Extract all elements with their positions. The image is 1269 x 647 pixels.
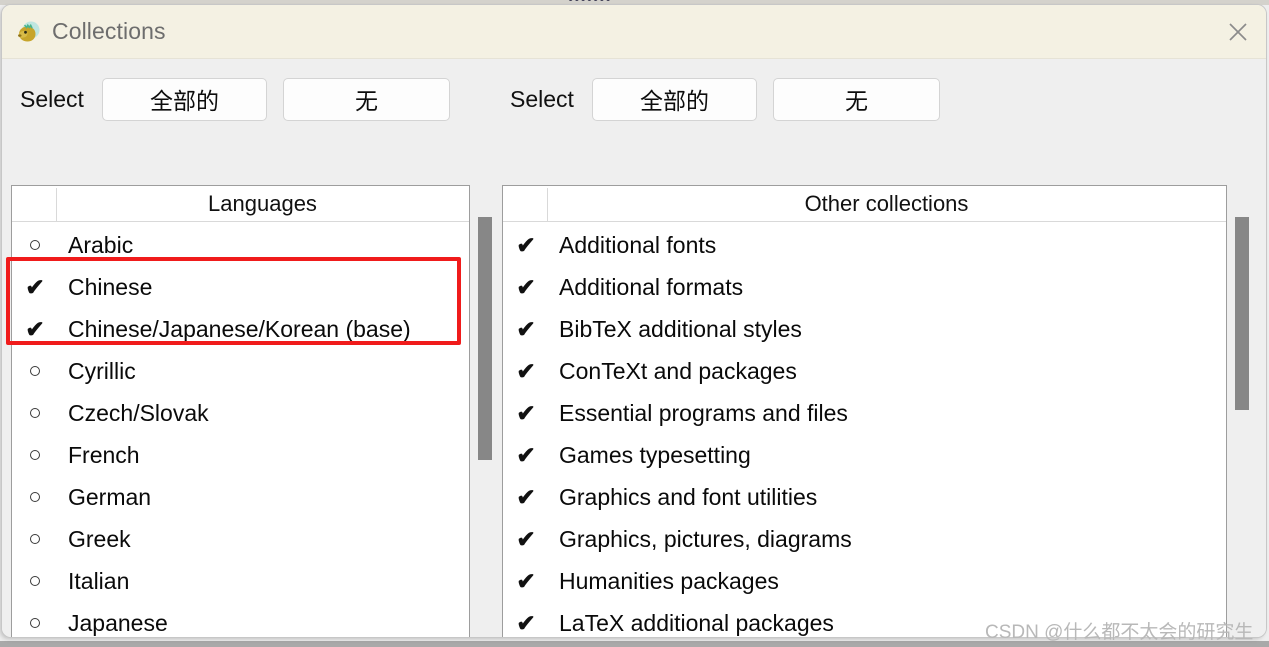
checkbox-checked-icon[interactable]: ✔ — [503, 400, 549, 427]
checkbox-unchecked-icon[interactable] — [12, 576, 58, 586]
list-item[interactable]: Czech/Slovak — [12, 392, 469, 434]
checkbox-checked-icon[interactable]: ✔ — [503, 442, 549, 469]
language-item-label: German — [68, 483, 152, 510]
checkbox-checked-icon[interactable]: ✔ — [12, 316, 58, 343]
checkbox-unchecked-icon[interactable] — [12, 408, 58, 418]
dialog-body: Select 全部的 无 Select 全部的 无 Languages Arab… — [2, 59, 1266, 637]
checkbox-unchecked-icon[interactable] — [12, 618, 58, 628]
close-icon[interactable] — [1210, 5, 1266, 59]
checkbox-unchecked-icon[interactable] — [12, 240, 58, 250]
checkbox-checked-icon[interactable]: ✔ — [503, 568, 549, 595]
collection-item-label: ConTeXt and packages — [559, 357, 797, 384]
list-item[interactable]: ✔ Additional formats — [503, 266, 1226, 308]
languages-panel: Languages Arabic ✔ Chinese ✔ Chinese/Japanes… — [11, 185, 470, 637]
other-collections-panel: Other collections ✔ Additional fonts ✔ Addi… — [502, 185, 1227, 637]
checkbox-checked-icon[interactable]: ✔ — [12, 274, 58, 301]
checkbox-checked-icon[interactable]: ✔ — [503, 526, 549, 553]
collection-item-label: LaTeX additional packages — [559, 609, 834, 636]
column-divider — [56, 188, 57, 221]
checkbox-checked-icon[interactable]: ✔ — [503, 358, 549, 385]
languages-select-label: Select — [20, 85, 84, 112]
checkbox-unchecked-icon[interactable] — [12, 366, 58, 376]
checkbox-unchecked-icon[interactable] — [12, 450, 58, 460]
checkbox-unchecked-icon[interactable] — [12, 534, 58, 544]
collection-item-label: Essential programs and files — [559, 399, 848, 426]
list-item[interactable]: ✔ Games typesetting — [503, 434, 1226, 476]
languages-select-none-button[interactable]: 无 — [282, 77, 450, 121]
checkbox-unchecked-icon[interactable] — [12, 492, 58, 502]
other-collections-list: ✔ Additional fonts ✔ Additional formats ✔ Bib… — [503, 222, 1226, 637]
collection-item-label: Additional formats — [559, 273, 744, 300]
checkbox-checked-icon[interactable]: ✔ — [503, 274, 549, 301]
texlive-beaver-icon — [16, 20, 42, 46]
language-item-label: Czech/Slovak — [68, 399, 209, 426]
languages-select-all-button[interactable]: 全部的 — [101, 77, 267, 121]
other-collections-scrollbar[interactable] — [1231, 185, 1253, 637]
language-item-label: Italian — [68, 567, 130, 594]
collection-item-label: Humanities packages — [559, 567, 779, 594]
list-item[interactable]: Italian — [12, 560, 469, 602]
other-select-label: Select — [510, 85, 574, 112]
list-item[interactable]: Japanese — [12, 602, 469, 637]
list-item[interactable]: Arabic — [12, 224, 469, 266]
language-item-label: Arabic — [68, 231, 134, 258]
language-item-label: Chinese — [68, 273, 153, 300]
list-item[interactable]: Greek — [12, 518, 469, 560]
language-item-label: Japanese — [68, 609, 168, 636]
language-item-label: Chinese/Japanese/Korean (base) — [68, 315, 411, 342]
list-item[interactable]: ✔ Additional fonts — [503, 224, 1226, 266]
list-item[interactable]: ✔ Chinese — [12, 266, 469, 308]
column-divider — [547, 188, 548, 221]
collection-item-label: BibTeX additional styles — [559, 315, 802, 342]
list-item[interactable]: ✔ Chinese/Japanese/Korean (base) — [12, 308, 469, 350]
list-item[interactable]: ✔ Graphics and font utilities — [503, 476, 1226, 518]
list-item[interactable]: Cyrillic — [12, 350, 469, 392]
collection-item-label: Games typesetting — [559, 441, 751, 468]
collections-dialog: Collections Select 全部的 无 Select 全部的 无 La… — [2, 5, 1266, 637]
other-select-all-button[interactable]: 全部的 — [591, 77, 757, 121]
languages-scrollbar-thumb[interactable] — [478, 217, 492, 460]
window-title: Collections — [52, 18, 166, 44]
list-item[interactable]: ✔ Essential programs and files — [503, 392, 1226, 434]
desktop-bottom-edge — [0, 641, 1269, 647]
list-item[interactable]: ✔ ConTeXt and packages — [503, 350, 1226, 392]
checkbox-checked-icon[interactable]: ✔ — [503, 316, 549, 343]
languages-scrollbar[interactable] — [474, 185, 496, 637]
list-item[interactable]: ✔ BibTeX additional styles — [503, 308, 1226, 350]
collection-item-label: Additional fonts — [559, 231, 717, 258]
language-item-label: Greek — [68, 525, 131, 552]
languages-select-row: Select 全部的 无 — [20, 77, 450, 121]
languages-header-label: Languages — [208, 190, 317, 216]
title-bar: Collections — [2, 5, 1266, 59]
collection-item-label: Graphics and font utilities — [559, 483, 818, 510]
screen: ••••••• Collections — [0, 0, 1269, 647]
checkbox-checked-icon[interactable]: ✔ — [503, 232, 549, 259]
other-select-row: Select 全部的 无 — [510, 77, 940, 121]
other-panel-header: Other collections — [503, 186, 1226, 222]
list-item[interactable]: German — [12, 476, 469, 518]
collection-item-label: Graphics, pictures, diagrams — [559, 525, 852, 552]
language-item-label: French — [68, 441, 140, 468]
list-item[interactable]: ✔ LaTeX additional packages — [503, 602, 1226, 637]
list-item[interactable]: ✔ Graphics, pictures, diagrams — [503, 518, 1226, 560]
other-select-none-button[interactable]: 无 — [772, 77, 940, 121]
list-item[interactable]: French — [12, 434, 469, 476]
list-item[interactable]: ✔ Humanities packages — [503, 560, 1226, 602]
other-header-label: Other collections — [804, 190, 969, 216]
languages-panel-header: Languages — [12, 186, 469, 222]
checkbox-checked-icon[interactable]: ✔ — [503, 484, 549, 511]
languages-list: Arabic ✔ Chinese ✔ Chinese/Japanese/Korean (… — [12, 222, 469, 637]
checkbox-checked-icon[interactable]: ✔ — [503, 610, 549, 637]
other-collections-scrollbar-thumb[interactable] — [1235, 217, 1249, 410]
language-item-label: Cyrillic — [68, 357, 136, 384]
